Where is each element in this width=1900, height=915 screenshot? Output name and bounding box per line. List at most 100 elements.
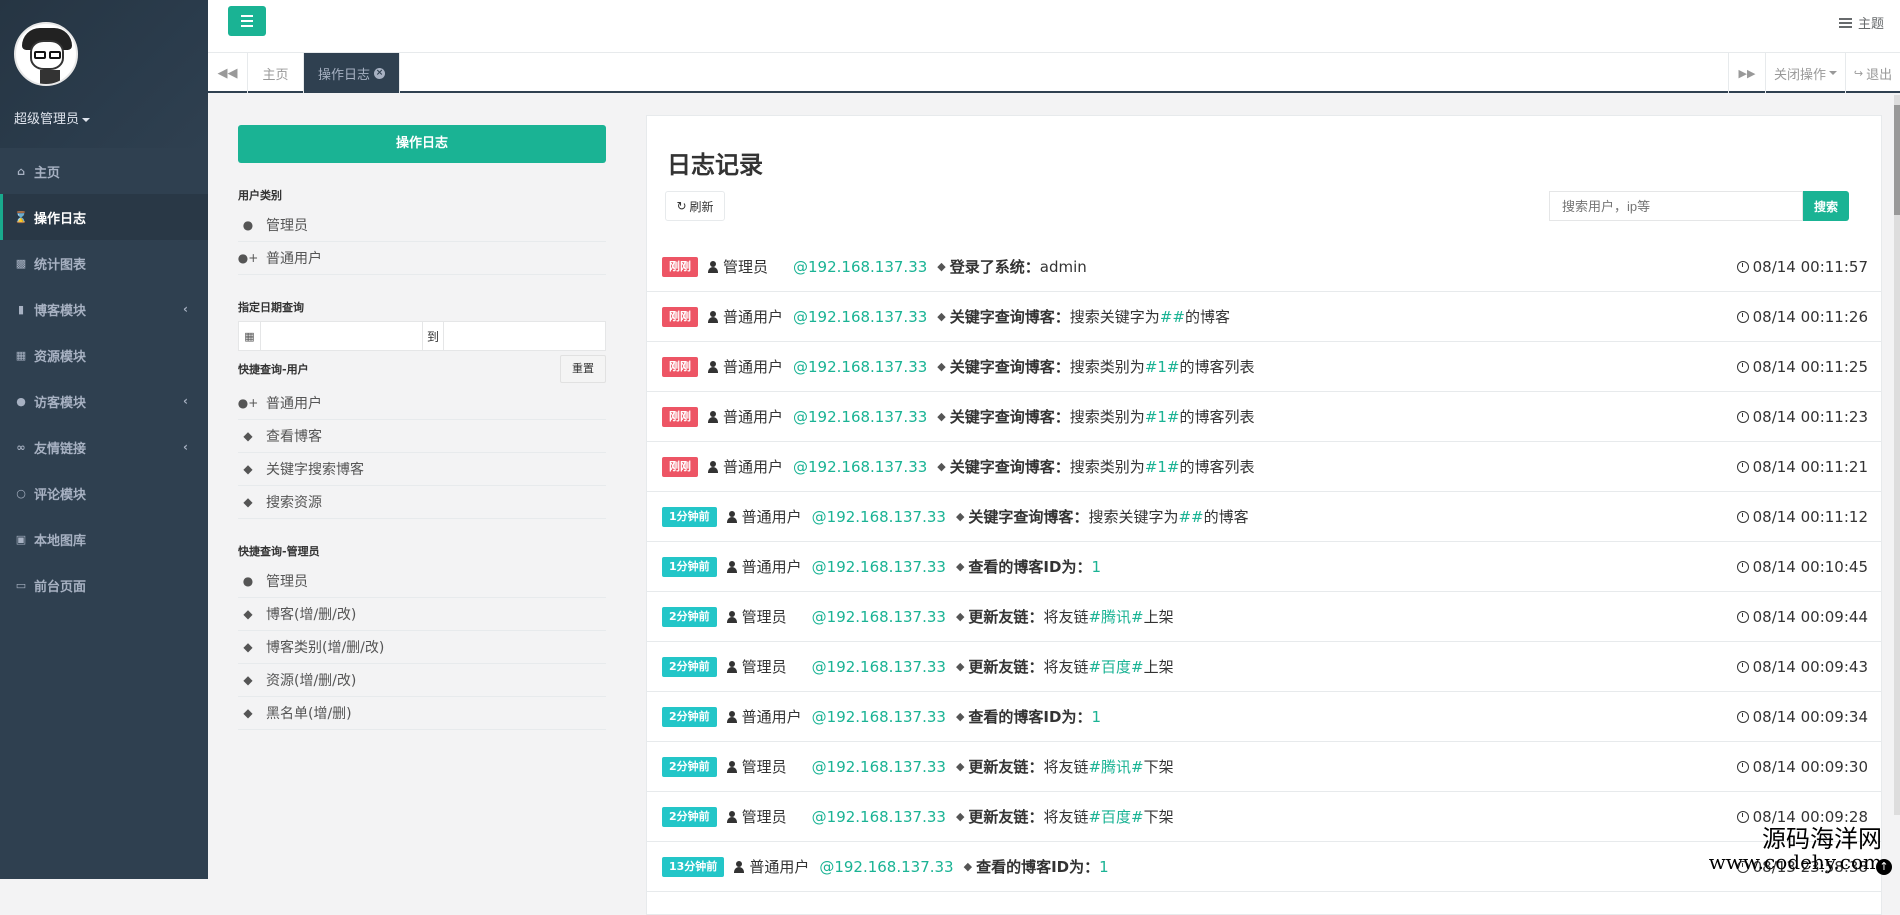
log-time: 08/14 00:09:44 [1737, 592, 1868, 642]
table-icon: ▦ [14, 349, 28, 361]
sidebar-item-4[interactable]: ▦资源模块 [0, 332, 208, 378]
sidebar-item-0[interactable]: ⌂主页 [0, 148, 208, 194]
scroll-right-button[interactable]: ▶▶ [1728, 53, 1766, 93]
log-action-text: 更新友链 [968, 808, 1028, 826]
log-detail: 将友链#百度#下架 [1043, 806, 1173, 827]
page-scrollbar[interactable] [1894, 95, 1900, 815]
log-row: 刚刚 普通用户 @192.168.137.33 ◆ 关键字查询博客： 搜索类别为… [647, 342, 1882, 392]
list-item-label: 查看博客 [266, 426, 322, 446]
log-user: 管理员 [742, 756, 808, 777]
profile-name-dropdown[interactable]: 超级管理员 [14, 108, 208, 127]
clock-icon [1737, 611, 1749, 623]
log-time: 08/14 00:09:34 [1737, 692, 1868, 742]
list-item[interactable]: ●+普通用户 [238, 242, 606, 275]
user-icon [727, 761, 737, 773]
sidebar-item-6[interactable]: ∞友情链接‹ [0, 424, 208, 470]
log-ip: @192.168.137.33 [812, 808, 946, 826]
log-action-text: 查看的博客ID为 [968, 558, 1076, 576]
tab-home[interactable]: 主页 [248, 53, 304, 93]
sidebar-item-8[interactable]: ▣本地图库 [0, 516, 208, 562]
log-ip: @192.168.137.33 [793, 458, 927, 476]
sidebar-item-label: 博客模块 [34, 300, 86, 319]
log-action-text: 查看的博客ID为 [968, 708, 1076, 726]
sidebar-item-5[interactable]: ●访客模块‹ [0, 378, 208, 424]
log-time-text: 08/14 00:09:34 [1753, 708, 1868, 726]
list-item[interactable]: ◆搜索资源 [238, 486, 606, 519]
date-end-input[interactable] [444, 322, 604, 350]
log-user: 普通用户 [742, 506, 808, 527]
log-time-text: 08/14 00:09:28 [1753, 808, 1868, 826]
tab-operation-log[interactable]: 操作日志 × [304, 53, 400, 93]
close-tab-icon[interactable]: × [374, 68, 385, 79]
search-button[interactable]: 搜索 [1803, 191, 1849, 221]
log-time-text: 08/14 00:09:30 [1753, 758, 1868, 776]
user-icon [727, 611, 737, 623]
list-item[interactable]: ●+普通用户 [238, 387, 606, 420]
logout-button[interactable]: ↪退出 [1846, 53, 1900, 93]
clock-icon [1737, 711, 1749, 723]
scroll-left-button[interactable]: ◀◀ [208, 53, 248, 93]
list-item[interactable]: ◆博客(增/删/改) [238, 598, 606, 631]
reset-button[interactable]: 重置 [560, 355, 606, 383]
log-detail-post: 的博客列表 [1180, 408, 1255, 426]
user-icon [708, 361, 718, 373]
log-action: 关键字查询博客： [950, 456, 1070, 477]
sidebar-item-7[interactable]: ○评论模块 [0, 470, 208, 516]
tag-icon: ◆ [956, 660, 964, 673]
tag-icon: ◆ [956, 510, 964, 523]
log-detail-post: 下架 [1144, 808, 1174, 826]
quick-user-list: ●+普通用户◆查看博客◆关键字搜索博客◆搜索资源 [238, 387, 606, 519]
tab-home-label: 主页 [262, 64, 288, 83]
sidebar-nav: ⌂主页⌛操作日志▩统计图表▮博客模块‹▦资源模块●访客模块‹∞友情链接‹○评论模… [0, 148, 208, 608]
list-item[interactable]: ◆关键字搜索博客 [238, 453, 606, 486]
list-item-label: 管理员 [266, 215, 308, 235]
menu-toggle-button[interactable] [228, 6, 266, 36]
log-detail-pre: 搜索类别为 [1070, 408, 1145, 426]
log-time-text: 08/14 00:11:23 [1753, 408, 1868, 426]
time-badge: 2分钟前 [662, 607, 717, 627]
log-row: 刚刚 管理员 @192.168.137.33 ◆ 登录了系统： admin 08… [647, 242, 1882, 292]
sidebar-item-3[interactable]: ▮博客模块‹ [0, 286, 208, 332]
list-item[interactable]: ◆黑名单(增/删) [238, 697, 606, 730]
list-item[interactable]: ●管理员 [238, 565, 606, 598]
clock-icon [1737, 811, 1749, 823]
log-detail: 搜索关键字为##的博客 [1070, 306, 1230, 327]
avatar[interactable] [14, 22, 78, 86]
log-action-text: 更新友链 [968, 658, 1028, 676]
log-detail: 1 [1091, 558, 1101, 576]
log-time: 08/14 00:09:30 [1737, 742, 1868, 792]
list-item[interactable]: ◆查看博客 [238, 420, 606, 453]
tab-active-label: 操作日志 [318, 64, 370, 83]
log-action: 查看的博客ID为： [968, 706, 1091, 727]
log-user: 普通用户 [723, 406, 789, 427]
refresh-button[interactable]: ↻刷新 [665, 191, 725, 221]
sidebar-item-2[interactable]: ▩统计图表 [0, 240, 208, 286]
logout-label: 退出 [1866, 64, 1892, 83]
user-icon: ● [240, 218, 256, 232]
log-action: 关键字查询博客： [968, 506, 1088, 527]
date-range: ▦ 到 [238, 321, 606, 351]
log-action: 更新友链： [968, 806, 1043, 827]
log-action-text: 更新友链 [968, 608, 1028, 626]
log-action: 关键字查询博客： [950, 406, 1070, 427]
operation-log-button[interactable]: 操作日志 [238, 125, 606, 163]
list-item[interactable]: ◆资源(增/删/改) [238, 664, 606, 697]
clock-icon [1737, 661, 1749, 673]
caret-down-icon [1829, 71, 1837, 75]
log-row: 1分钟前 普通用户 @192.168.137.33 ◆ 查看的博客ID为： 1 … [647, 542, 1882, 592]
search-input[interactable] [1549, 191, 1803, 221]
log-ip: @192.168.137.33 [812, 608, 946, 626]
log-action: 查看的博客ID为： [968, 556, 1091, 577]
list-item[interactable]: ● 管理员 [238, 209, 606, 242]
user-icon [708, 461, 718, 473]
sidebar-item-1[interactable]: ⌛操作日志 [0, 194, 208, 240]
log-ip: @192.168.137.33 [793, 258, 927, 276]
date-start-input[interactable] [261, 322, 422, 350]
log-detail: 将友链#腾讯#上架 [1043, 606, 1173, 627]
theme-button[interactable]: 主题 [1839, 13, 1884, 32]
sidebar-item-9[interactable]: ▭前台页面 [0, 562, 208, 608]
close-ops-dropdown[interactable]: 关闭操作 [1766, 53, 1846, 93]
log-time: 08/14 00:10:45 [1737, 542, 1868, 592]
scroll-top-icon[interactable]: ↑ [1876, 859, 1892, 875]
list-item[interactable]: ◆博客类别(增/删/改) [238, 631, 606, 664]
